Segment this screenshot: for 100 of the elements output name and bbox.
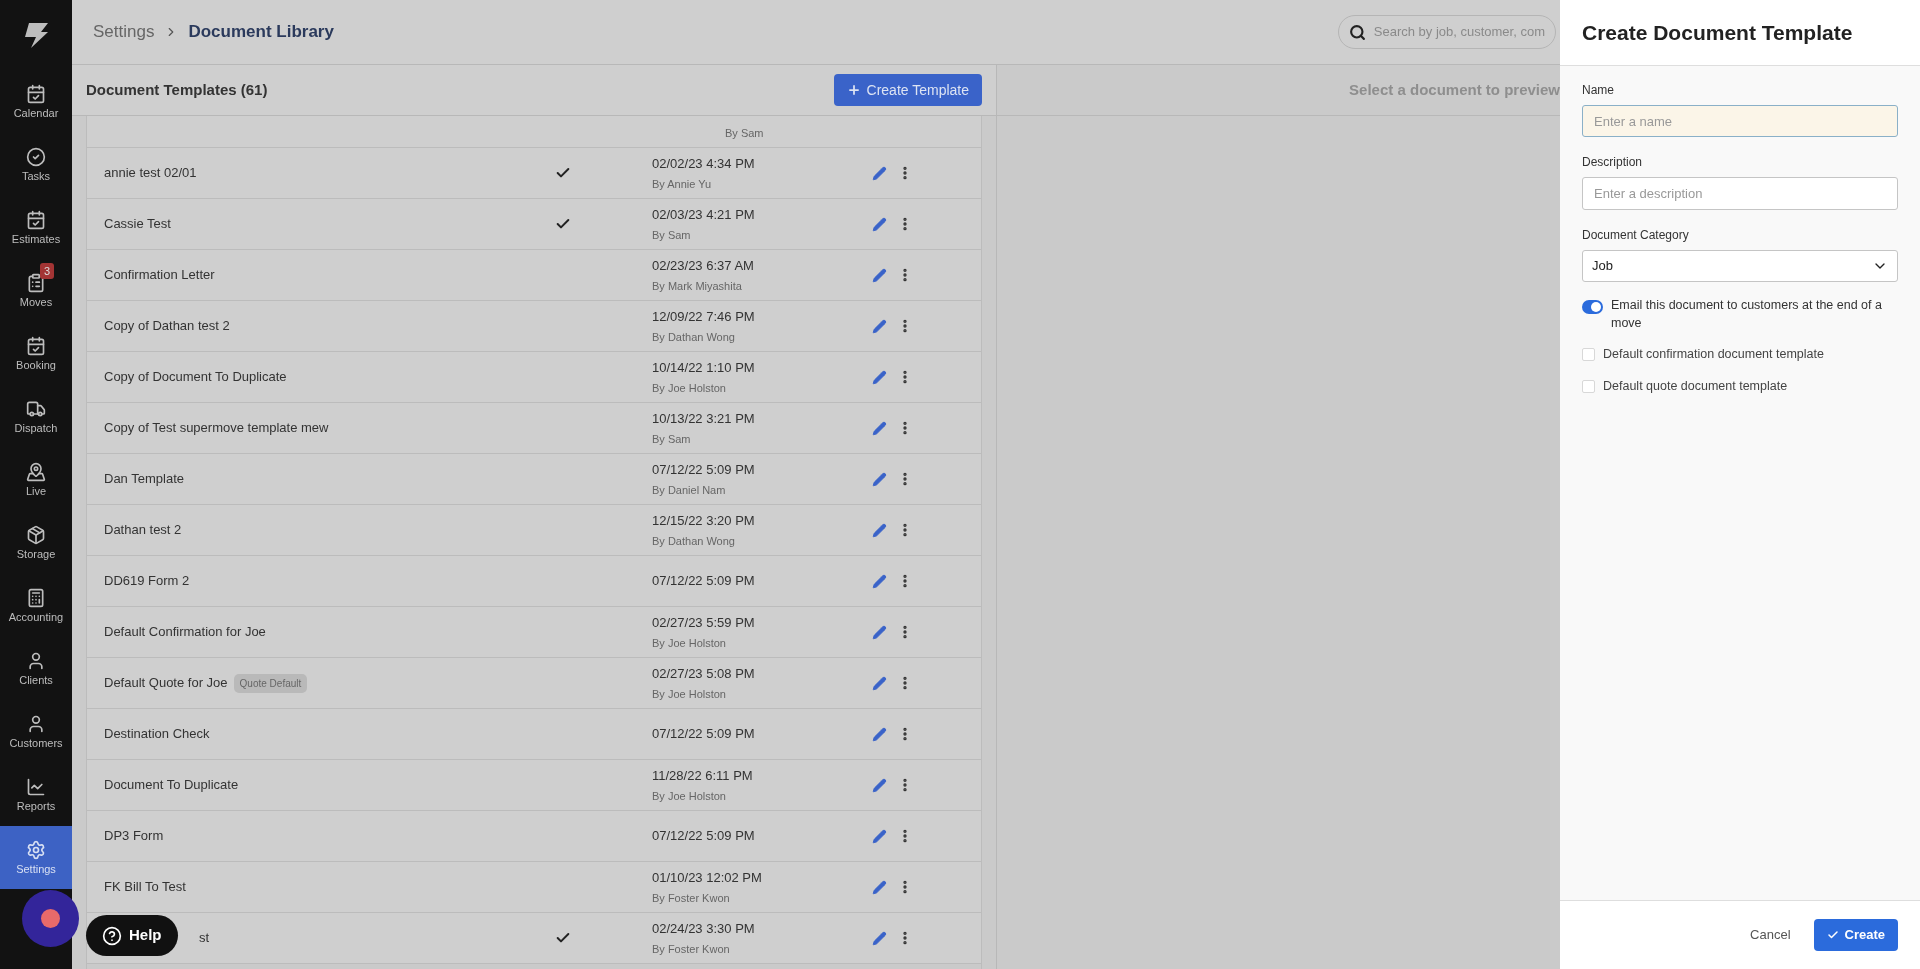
- edit-button[interactable]: [871, 725, 888, 743]
- author-text: By Sam: [725, 125, 764, 141]
- toggle-label: Email this document to customers at the end of a move: [1611, 297, 1883, 332]
- date-text: 10/14/22 1:10 PM: [652, 359, 756, 377]
- calendar-check-icon: [26, 210, 46, 230]
- nav-item[interactable]: Live: [0, 448, 72, 511]
- nav-item[interactable]: Booking: [0, 322, 72, 385]
- search-icon: [1348, 23, 1366, 41]
- pencil-icon: [872, 267, 887, 283]
- template-name[interactable]: annie test 02/01: [104, 163, 197, 183]
- category-select[interactable]: Job: [1582, 250, 1898, 282]
- help-button[interactable]: Help: [86, 915, 178, 956]
- template-name[interactable]: Dan Template: [104, 469, 184, 489]
- nav-item[interactable]: Customers: [0, 700, 72, 763]
- calendar-check-icon: [26, 84, 46, 104]
- checkbox[interactable]: [1582, 379, 1595, 393]
- edit-button[interactable]: [871, 419, 888, 437]
- edit-button[interactable]: [871, 317, 888, 335]
- pencil-icon: [872, 216, 887, 232]
- clipboard-icon: [26, 273, 46, 293]
- nav-item[interactable]: Storage: [0, 511, 72, 574]
- template-name[interactable]: DP3 Form: [104, 826, 164, 846]
- author-text: By Mark Miyashita: [652, 278, 743, 294]
- template-name[interactable]: DD619 Form 2: [104, 571, 190, 591]
- nav-item[interactable]: Reports: [0, 763, 72, 826]
- field-label: Description: [1582, 154, 1644, 171]
- nav-item[interactable]: Settings: [0, 826, 72, 889]
- name-input[interactable]: Enter a name: [1582, 105, 1898, 137]
- edit-button[interactable]: [871, 215, 888, 233]
- edit-button[interactable]: [871, 878, 888, 896]
- plus-icon: [846, 83, 861, 97]
- check-icon: [1826, 929, 1839, 941]
- edit-button[interactable]: [871, 572, 888, 590]
- edit-button[interactable]: [871, 368, 888, 386]
- nav-item[interactable]: Moves 3: [0, 259, 72, 322]
- edit-button[interactable]: [871, 266, 888, 284]
- truck-icon: [26, 399, 46, 419]
- edit-button[interactable]: [871, 827, 888, 845]
- calendar-check-icon: [26, 336, 46, 356]
- author-text: By Joe Holston: [652, 635, 727, 651]
- person-icon: [26, 714, 46, 734]
- date-text: 07/12/22 5:09 PM: [652, 725, 756, 744]
- date-text: 11/28/22 6:11 PM: [652, 767, 754, 785]
- nav-item[interactable]: Dispatch: [0, 385, 72, 448]
- template-name[interactable]: st: [199, 928, 210, 948]
- nav-item[interactable]: Tasks: [0, 133, 72, 196]
- template-name[interactable]: Dathan test 2: [104, 520, 182, 540]
- author-text: By Daniel Nam: [652, 482, 727, 498]
- create-template-button[interactable]: Create Template: [833, 74, 982, 106]
- map-pin-icon: [26, 462, 46, 482]
- nav-item[interactable]: Accounting: [0, 574, 72, 637]
- edit-button[interactable]: [871, 623, 888, 641]
- cancel-button[interactable]: Cancel: [1750, 925, 1791, 945]
- toggle-switch[interactable]: [1582, 300, 1603, 314]
- checkbox[interactable]: [1582, 347, 1595, 361]
- edit-button[interactable]: [871, 776, 888, 794]
- template-name[interactable]: Document To Duplicate: [104, 775, 239, 795]
- date-text: 12/15/22 3:20 PM: [652, 512, 756, 530]
- template-name[interactable]: Copy of Test supermove template mew: [104, 418, 329, 438]
- template-name[interactable]: Confirmation Letter: [104, 265, 215, 285]
- edit-button[interactable]: [871, 929, 888, 947]
- nav-item[interactable]: Estimates: [0, 196, 72, 259]
- date-text: 02/23/23 6:37 AM: [652, 257, 755, 275]
- date-text: 02/02/23 4:34 PM: [652, 155, 756, 173]
- pencil-icon: [872, 573, 887, 589]
- template-name[interactable]: Destination Check: [104, 724, 210, 744]
- preview-message: Select a document to preview: [1349, 79, 1560, 100]
- template-name[interactable]: Default Quote for Joe: [104, 673, 228, 693]
- nav-item[interactable]: Calendar: [0, 70, 72, 133]
- breadcrumb-link[interactable]: Settings: [93, 19, 155, 45]
- pencil-icon: [872, 828, 887, 844]
- edit-button[interactable]: [871, 164, 888, 182]
- author-text: By Dathan Wong: [652, 533, 736, 549]
- description-input[interactable]: Enter a description: [1582, 177, 1898, 210]
- field-label: Document Category: [1582, 227, 1690, 244]
- template-name[interactable]: Copy of Document To Duplicate: [104, 367, 287, 387]
- template-name[interactable]: Cassie Test: [104, 214, 171, 234]
- edit-button[interactable]: [871, 470, 888, 488]
- edit-button[interactable]: [871, 674, 888, 692]
- settings-icon: [26, 840, 46, 860]
- template-name[interactable]: Copy of Dathan test 2: [104, 316, 230, 336]
- template-name[interactable]: Default Confirmation for Joe: [104, 622, 266, 642]
- line-chart-icon: [26, 777, 46, 797]
- pencil-icon: [872, 165, 887, 181]
- box-icon: [26, 525, 46, 545]
- date-text: 07/12/22 5:09 PM: [652, 572, 756, 591]
- edit-button[interactable]: [871, 521, 888, 539]
- date-text: 10/13/22 3:21 PM: [652, 410, 756, 428]
- author-text: By Sam: [652, 227, 692, 243]
- date-text: 02/03/23 4:21 PM: [652, 206, 756, 224]
- author-text: By Joe Holston: [652, 788, 727, 804]
- count-badge: 3: [40, 263, 55, 279]
- template-name[interactable]: FK Bill To Test: [104, 877, 186, 897]
- pencil-icon: [872, 726, 887, 742]
- pencil-icon: [872, 624, 887, 640]
- nav-item[interactable]: Clients: [0, 637, 72, 700]
- create-button[interactable]: Create: [1813, 919, 1898, 951]
- section-title: Document Templates (61): [86, 79, 268, 100]
- pencil-icon: [872, 777, 887, 793]
- pencil-icon: [872, 675, 887, 691]
